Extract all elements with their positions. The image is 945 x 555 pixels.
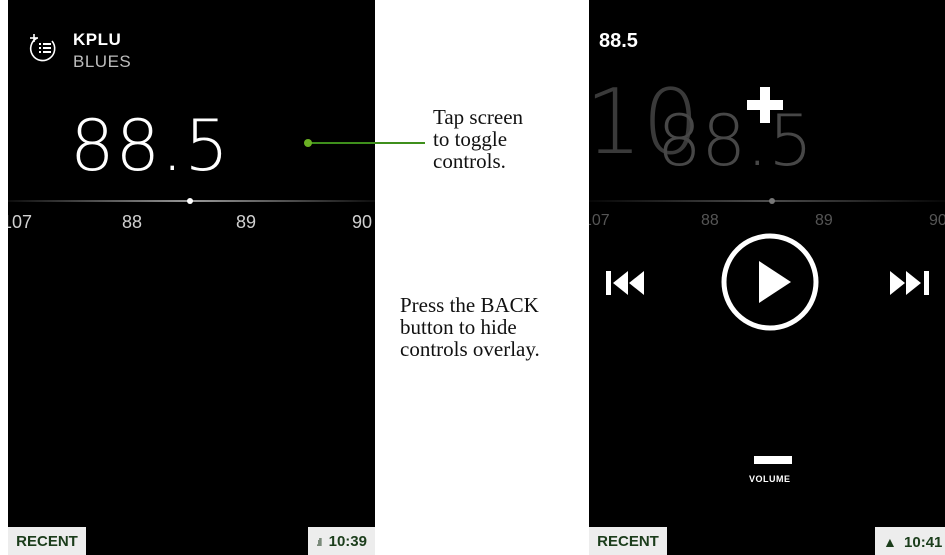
tuning-dial-line	[589, 200, 945, 202]
tuning-dial-indicator[interactable]	[187, 198, 193, 204]
play-button[interactable]	[719, 231, 821, 333]
annotation-line: Tap screen	[433, 105, 524, 129]
dial-tick-label: 90	[352, 212, 373, 232]
status-time: 10:39	[328, 533, 367, 550]
dial-tick-label: 88	[701, 212, 719, 229]
right-phone-screen[interactable]: 10 88.5 88.5 107 88 89 90 VOLUME RECENT …	[589, 0, 945, 555]
volume-label: VOLUME	[749, 474, 791, 484]
next-station-button[interactable]	[886, 268, 942, 298]
annotation-line: to toggle	[433, 127, 508, 151]
station-name: KPLU	[73, 30, 122, 49]
annotation-pointer-dot	[304, 139, 312, 147]
left-phone-screen[interactable]: KPLU BLUES 88.5 107 88 89 90 RECENT .ıll…	[8, 0, 375, 555]
volume-up-button[interactable]	[745, 85, 785, 125]
add-to-favorites-icon[interactable]	[28, 33, 58, 63]
triangle-up-icon: ▲	[883, 534, 897, 550]
recent-button[interactable]: RECENT	[8, 527, 86, 555]
status-time: 10:41	[904, 534, 943, 551]
frequency-small: 88.5	[599, 30, 638, 52]
previous-station-button[interactable]	[604, 268, 656, 298]
station-genre: BLUES	[73, 52, 132, 71]
status-bar: .ıll 10:39	[308, 527, 375, 555]
recent-button[interactable]: RECENT	[589, 527, 667, 555]
frequency-display: 88.5	[70, 105, 230, 187]
signal-bars-icon: .ıll	[316, 537, 322, 549]
dial-tick-label: 89	[236, 212, 257, 232]
dial-tick-label: 88	[122, 212, 143, 232]
annotation-line: Press the BACK	[400, 293, 539, 317]
annotation-line: button to hide	[400, 315, 517, 339]
ghost-frequency-display: 88.5	[657, 100, 813, 182]
tuning-dial-indicator	[769, 198, 775, 204]
annotation-pointer-line	[310, 142, 425, 144]
volume-down-button[interactable]	[754, 456, 792, 464]
dial-tick-label: 89	[815, 212, 833, 229]
dial-tick-label: 90	[929, 212, 945, 229]
annotation-line: controls.	[433, 149, 506, 173]
status-bar: ▲ 10:41	[875, 527, 945, 555]
annotation-tap-screen: Tap screen to toggle controls.	[433, 106, 523, 172]
annotation-line: controls overlay.	[400, 337, 540, 361]
dial-tick-label: 107	[8, 212, 33, 232]
annotation-back-button: Press the BACK button to hide controls o…	[400, 294, 540, 360]
dial-tick-label: 107	[589, 212, 610, 229]
